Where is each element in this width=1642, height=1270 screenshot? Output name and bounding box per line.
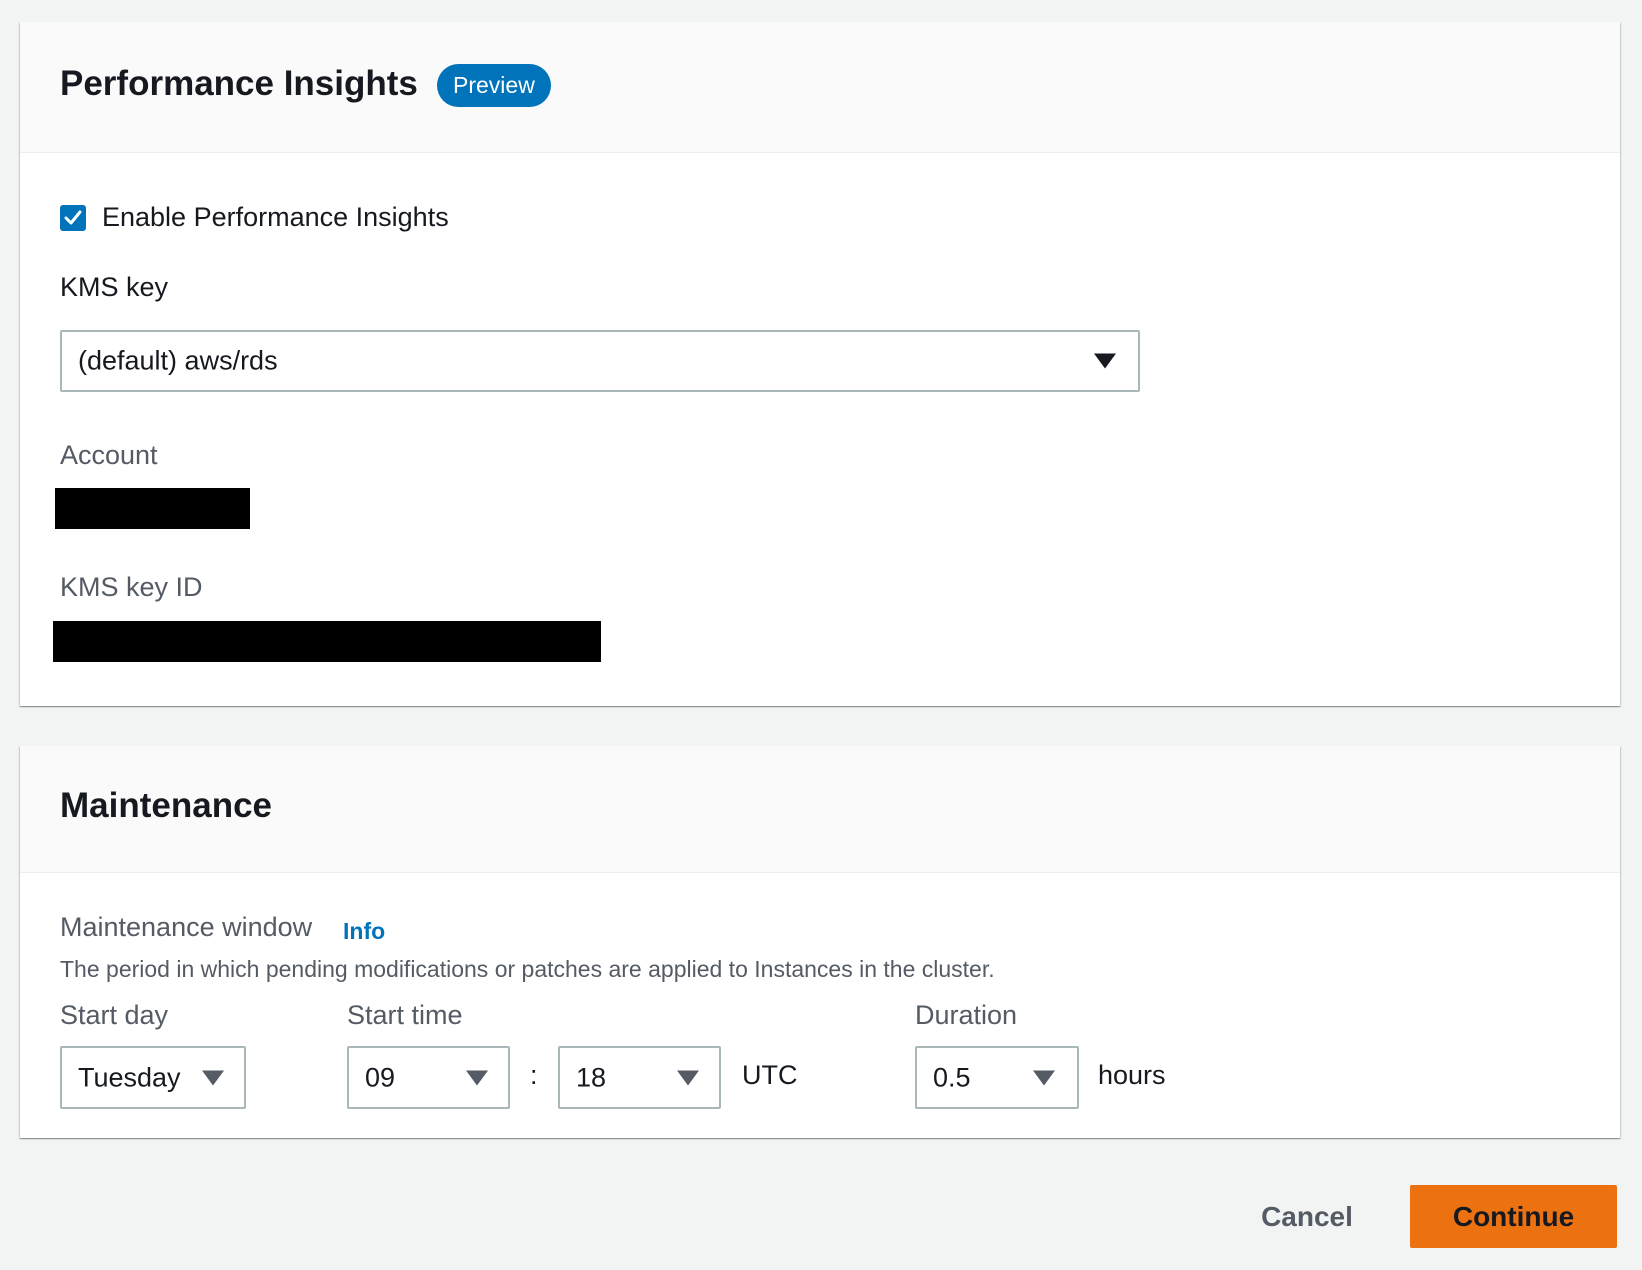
performance-insights-header: Performance Insights Preview <box>20 22 1620 153</box>
start-day-value: Tuesday <box>78 1062 181 1092</box>
kms-key-select[interactable]: (default) aws/rds <box>60 330 1140 392</box>
account-value-redacted <box>55 488 250 529</box>
start-time-label: Start time <box>347 1000 463 1030</box>
start-time-hour-select[interactable]: 09 <box>347 1046 510 1109</box>
maintenance-window-label: Maintenance window <box>60 912 313 942</box>
enable-performance-insights-checkbox[interactable] <box>60 204 86 231</box>
kms-key-id-value-redacted <box>53 621 601 662</box>
maintenance-header: Maintenance <box>20 746 1620 873</box>
caret-down-icon <box>1094 353 1116 369</box>
preview-badge: Preview <box>437 64 551 107</box>
caret-down-icon <box>466 1070 488 1085</box>
duration-label: Duration <box>915 1000 1018 1030</box>
performance-insights-panel: Performance Insights Preview Enable Perf… <box>20 22 1620 706</box>
duration-value: 0.5 <box>933 1062 971 1092</box>
start-time-hour-value: 09 <box>365 1062 396 1092</box>
start-day-select[interactable]: Tuesday <box>60 1046 246 1109</box>
checkmark-icon <box>64 210 82 224</box>
kms-key-value: (default) aws/rds <box>78 345 278 376</box>
timezone-label: UTC <box>742 1060 798 1090</box>
duration-unit-label: hours <box>1098 1060 1166 1090</box>
caret-down-icon <box>677 1070 699 1085</box>
kms-key-label: KMS key <box>60 272 169 302</box>
cancel-button[interactable]: Cancel <box>1232 1185 1382 1248</box>
account-label: Account <box>60 440 158 470</box>
enable-performance-insights-row[interactable]: Enable Performance Insights <box>60 202 449 233</box>
start-time-minute-value: 18 <box>576 1062 607 1092</box>
caret-down-icon <box>202 1070 224 1085</box>
duration-select[interactable]: 0.5 <box>915 1046 1079 1109</box>
maintenance-window-description: The period in which pending modification… <box>60 956 995 982</box>
kms-key-id-label: KMS key ID <box>60 572 203 602</box>
maintenance-title: Maintenance <box>60 786 272 825</box>
caret-down-icon <box>1033 1070 1055 1085</box>
maintenance-panel: Maintenance Maintenance window Info The … <box>20 746 1620 1138</box>
start-time-minute-select[interactable]: 18 <box>558 1046 721 1109</box>
continue-button[interactable]: Continue <box>1410 1185 1617 1248</box>
start-day-label: Start day <box>60 1000 169 1030</box>
maintenance-window-info-link[interactable]: Info <box>343 918 385 945</box>
time-separator: : <box>530 1060 538 1090</box>
performance-insights-title: Performance Insights <box>60 64 418 103</box>
enable-performance-insights-label[interactable]: Enable Performance Insights <box>102 202 449 233</box>
